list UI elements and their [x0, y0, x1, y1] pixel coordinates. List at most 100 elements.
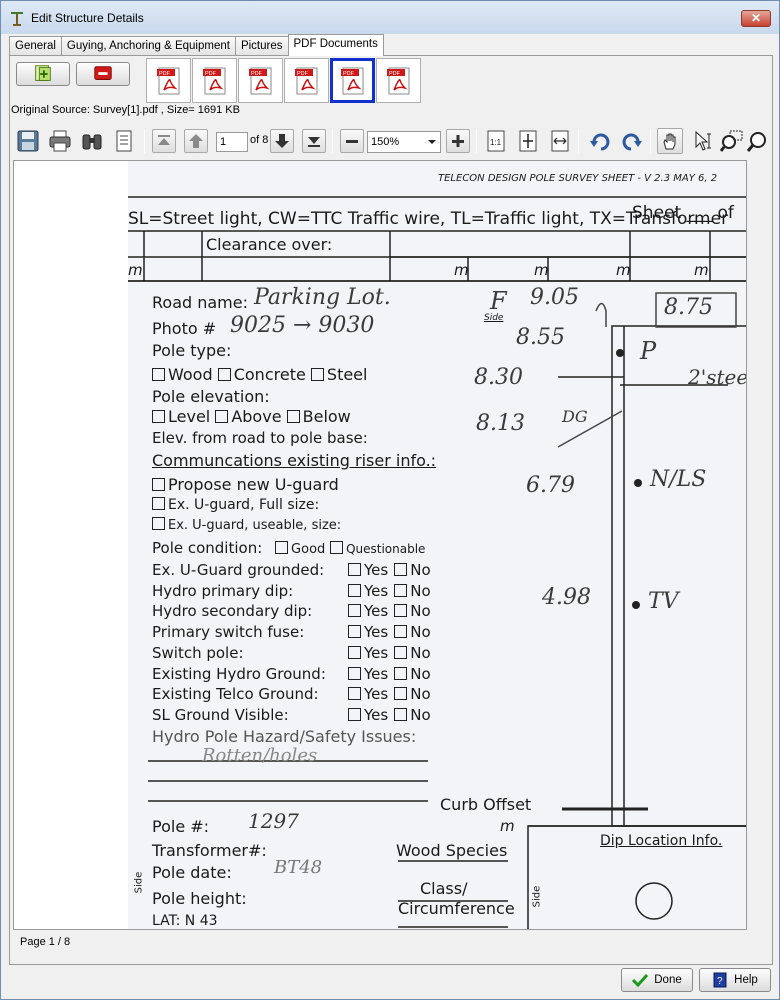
pole-number-label: Pole #:: [152, 817, 210, 836]
pole-elevation-options: Level Above Below: [152, 407, 351, 426]
pan-tool-button[interactable]: [656, 127, 684, 155]
dynamic-zoom-button[interactable]: [744, 127, 768, 155]
last-page-icon: [308, 137, 320, 147]
yes-label: Yes: [364, 602, 389, 621]
rotate-right-icon: [622, 133, 642, 151]
zoom-level-select[interactable]: 150%: [367, 131, 441, 153]
pdf-file-icon: PDF: [340, 67, 363, 94]
checkbox-checked: [394, 604, 408, 618]
pdf-thumbnail-strip: PDF PDF PDF PDF PDF PDF: [146, 58, 422, 103]
pole-condition-row: Pole condition: Good Questionable: [152, 539, 425, 557]
save-button[interactable]: [14, 127, 42, 155]
option-concrete: Concrete: [233, 365, 306, 384]
binoculars-icon: [82, 134, 102, 150]
done-button[interactable]: Done: [621, 968, 693, 992]
first-page-button[interactable]: [150, 127, 178, 155]
pole-type-label: Pole type:: [152, 341, 232, 360]
checkbox: [275, 541, 289, 554]
help-label: Help: [734, 974, 758, 986]
option-questionable: Questionable: [346, 542, 426, 556]
form-header: TELECON DESIGN POLE SURVEY SHEET - V 2.3…: [438, 173, 718, 184]
elevation-road-label: Elev. from road to pole base:: [152, 429, 368, 447]
remove-document-button[interactable]: [76, 62, 130, 86]
pole-date-value: BT48: [274, 857, 323, 878]
add-document-icon: [35, 65, 51, 81]
tab-general[interactable]: General: [9, 36, 62, 56]
unit-label: m: [500, 817, 515, 835]
pdf-label: PDF: [159, 71, 171, 77]
pdf-label: PDF: [389, 71, 401, 77]
page-number-input[interactable]: 1: [216, 132, 248, 152]
add-document-button[interactable]: [16, 62, 70, 86]
zoom-out-button[interactable]: [338, 127, 366, 155]
print-button[interactable]: [46, 127, 74, 155]
pdf-documents-panel: PDF PDF PDF PDF PDF PDF Original Source:…: [9, 55, 773, 965]
yes-label: Yes: [364, 581, 389, 600]
fit-page-button[interactable]: [514, 127, 542, 155]
sketch-f-label: F: [490, 287, 507, 315]
checkbox-checked: [394, 687, 408, 701]
pdf-thumbnail-selected[interactable]: PDF: [330, 58, 375, 103]
previous-page-button[interactable]: [182, 127, 210, 155]
yes-no-row: Existing Telco Ground: Yes No: [152, 685, 431, 703]
tab-guying-anchoring-equipment[interactable]: Guying, Anchoring & Equipment: [60, 36, 236, 56]
road-name-value: Parking Lot.: [254, 285, 391, 310]
select-tool-button[interactable]: [690, 127, 718, 155]
rotate-clockwise-button[interactable]: [618, 127, 646, 155]
yes-no-question: Ex. U-Guard grounded:: [152, 561, 325, 579]
print-icon: [49, 130, 71, 152]
pdf-thumbnail[interactable]: PDF: [238, 58, 283, 103]
sketch-side-label: Side: [484, 313, 504, 323]
pole-type-options: Wood Concrete Steel: [152, 365, 367, 384]
rotate-counterclockwise-button[interactable]: [586, 127, 614, 155]
fit-width-button[interactable]: [546, 127, 574, 155]
actual-size-button[interactable]: 1:1: [482, 127, 510, 155]
sketch-tv-label: TV: [648, 589, 679, 614]
option-wood: Wood: [168, 365, 213, 384]
propose-uguard-label: Propose new U-guard: [168, 475, 339, 494]
tab-pictures[interactable]: Pictures: [234, 36, 289, 56]
ex-useable-row: Ex. U-guard, useable, size:: [152, 517, 341, 533]
pdf-thumbnail[interactable]: PDF: [284, 58, 329, 103]
close-button[interactable]: ✕: [741, 10, 771, 27]
fit-page-icon: [519, 130, 537, 152]
pdf-label: PDF: [251, 71, 263, 77]
next-page-button[interactable]: [268, 127, 296, 155]
yes-no-question: Existing Telco Ground:: [152, 685, 319, 704]
hazard-value: Rotten/holes: [202, 745, 318, 766]
unit-label: m: [616, 261, 631, 279]
document-properties-button[interactable]: [110, 127, 138, 155]
wood-species-label: Wood Species: [396, 841, 508, 860]
sketch-boxed-value: 8.75: [664, 295, 713, 320]
pdf-viewer[interactable]: TELECON DESIGN POLE SURVEY SHEET - V 2.3…: [13, 160, 747, 930]
zoom-icon: [746, 132, 766, 152]
checkbox: [348, 707, 361, 721]
plus-icon: [452, 135, 464, 147]
no-label: No: [410, 705, 431, 724]
yes-no-row: Existing Hydro Ground: Yes No: [152, 665, 431, 683]
option-below: Below: [302, 407, 351, 426]
pdf-thumbnail[interactable]: PDF: [376, 58, 421, 103]
road-name-label: Road name:: [152, 293, 248, 312]
hand-icon: [663, 133, 676, 150]
option-above: Above: [231, 407, 282, 426]
pdf-thumbnail[interactable]: PDF: [146, 58, 191, 103]
checkbox: [152, 410, 165, 423]
arrow-down-icon: [275, 134, 289, 148]
circumference-label: Circumference: [398, 899, 515, 918]
ex-full-row: Ex. U-guard, Full size:: [152, 497, 319, 513]
last-page-button[interactable]: [300, 127, 328, 155]
remove-icon: [94, 66, 112, 80]
page-count-label: of 8: [250, 134, 269, 146]
window-title: Edit Structure Details: [31, 11, 144, 25]
unit-label: m: [454, 261, 469, 279]
find-button[interactable]: [78, 127, 106, 155]
sheet-label: Sheet ___ of: [632, 203, 734, 223]
zoom-in-button[interactable]: [444, 127, 472, 155]
tab-pdf-documents[interactable]: PDF Documents: [287, 34, 384, 56]
help-button[interactable]: ? Help: [699, 968, 771, 992]
marquee-zoom-button[interactable]: [718, 127, 746, 155]
pdf-thumbnail[interactable]: PDF: [192, 58, 237, 103]
yes-label: Yes: [364, 664, 389, 683]
sketch-value: 9.05: [530, 285, 579, 310]
